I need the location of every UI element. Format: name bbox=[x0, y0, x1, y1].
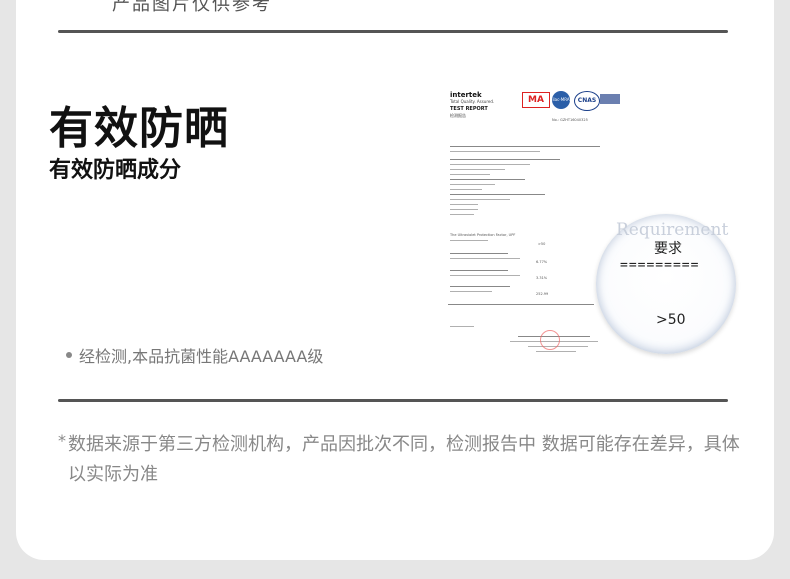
report-line bbox=[450, 169, 505, 171]
disclaimer-text: 数据来源于第三方检测机构，产品因批次不同，检测报告中 数据可能存在差异，具体以实… bbox=[68, 434, 740, 485]
cnas-icon: CNAS bbox=[574, 91, 600, 111]
report-line bbox=[450, 286, 510, 288]
report-line bbox=[450, 184, 495, 186]
report-line bbox=[450, 209, 478, 211]
report-line bbox=[450, 164, 530, 166]
report-line bbox=[450, 240, 488, 242]
intertek-logo: intertek bbox=[450, 91, 482, 99]
report-line bbox=[450, 146, 600, 148]
report-title-cn: 检测报告 bbox=[450, 113, 466, 118]
report-line bbox=[536, 351, 576, 353]
lens-watermark: Requirement bbox=[616, 220, 729, 240]
report-line bbox=[450, 151, 540, 153]
report-line bbox=[450, 326, 474, 328]
report-line bbox=[450, 275, 520, 277]
asterisk: * bbox=[58, 431, 66, 450]
report-line bbox=[450, 194, 545, 196]
report-divider bbox=[448, 304, 594, 305]
test-report-image: intertek Total Quality. Assured. TEST RE… bbox=[448, 88, 623, 378]
upf-measured: 252.99 bbox=[536, 292, 549, 296]
test-result-text: 经检测,本品抗菌性能AAAAAAA级 bbox=[79, 347, 324, 366]
report-line bbox=[450, 204, 478, 206]
lens-separator: ========= bbox=[620, 258, 700, 273]
divider-bottom bbox=[58, 399, 728, 402]
section-subtitle: 有效防晒成分 bbox=[49, 158, 182, 183]
report-line bbox=[528, 346, 588, 348]
uva-value: 6.77% bbox=[536, 260, 548, 264]
official-seal-icon bbox=[540, 330, 560, 350]
divider-top bbox=[58, 30, 728, 33]
report-line bbox=[450, 189, 482, 191]
intertek-tagline: Total Quality. Assured. bbox=[450, 99, 495, 104]
report-line bbox=[450, 174, 490, 176]
disclaimer: * 数据来源于第三方检测机构，产品因批次不同，检测报告中 数据可能存在差异，具体… bbox=[58, 430, 748, 490]
section-title: 有效防晒 bbox=[49, 103, 229, 154]
ilac-mra-icon: ilac-MRA bbox=[552, 91, 570, 109]
report-title: TEST REPORT bbox=[450, 106, 488, 112]
report-line bbox=[450, 199, 510, 201]
report-line bbox=[450, 253, 508, 255]
bullet-icon bbox=[66, 352, 72, 358]
report-line bbox=[450, 179, 525, 181]
lens-requirement-label: 要求 bbox=[654, 241, 682, 257]
accreditation-badge-icon bbox=[600, 94, 620, 104]
report-line bbox=[450, 258, 520, 260]
report-number: No.: GZHT16040325 bbox=[552, 118, 588, 122]
report-line bbox=[450, 291, 492, 293]
upf-label: The Ultraviolet Protection Factor, UPF bbox=[450, 233, 516, 237]
top-cut-text: 产品图片仅供参考 bbox=[112, 0, 272, 15]
magnifier-lens: Requirement 要求 ========= >50 bbox=[596, 214, 736, 354]
ma-certification-icon: MA bbox=[522, 92, 550, 108]
report-line bbox=[450, 159, 560, 161]
test-result-note: 经检测,本品抗菌性能AAAAAAA级 bbox=[66, 343, 323, 367]
lens-value: >50 bbox=[656, 312, 686, 328]
report-line bbox=[450, 270, 508, 272]
uvb-value: 3.31% bbox=[536, 276, 548, 280]
content-card: 产品图片仅供参考 有效防晒 有效防晒成分 intertek Total Qual… bbox=[16, 0, 774, 560]
report-line bbox=[450, 214, 474, 216]
upf-requirement: >50 bbox=[538, 242, 546, 246]
